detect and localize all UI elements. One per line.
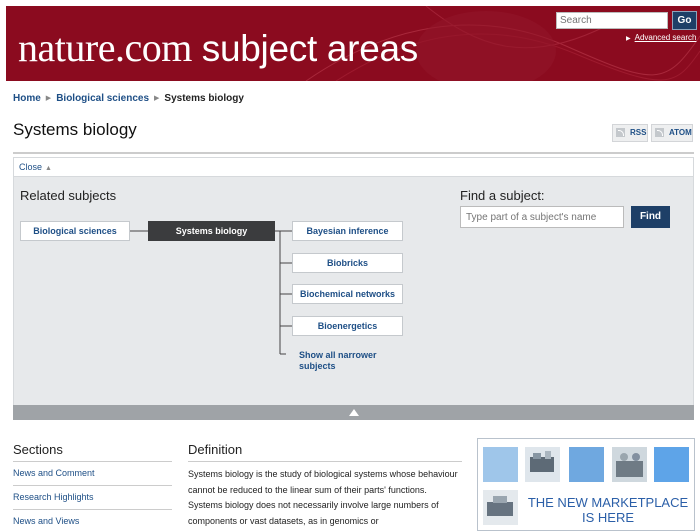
- marketplace-ad[interactable]: THE NEW MARKETPLACE IS HERE: [477, 438, 695, 531]
- show-all-narrower-link[interactable]: Show all narrower subjects: [299, 350, 389, 372]
- breadcrumb-biological-sciences[interactable]: Biological sciences: [56, 93, 149, 104]
- chevron-right-icon: ▶: [154, 95, 160, 102]
- atom-feed-button[interactable]: ATOM: [651, 124, 693, 142]
- related-current-systems-biology: Systems biology: [148, 221, 275, 241]
- section-news-and-comment[interactable]: News and Comment: [13, 461, 172, 485]
- page-title: Systems biology: [13, 120, 137, 139]
- advanced-search-link[interactable]: ▶ Advanced search: [626, 33, 696, 42]
- definition-text: Systems biology is the study of biologic…: [188, 469, 458, 526]
- logo-main: nature.com: [18, 25, 192, 70]
- rss-label: RSS: [630, 128, 647, 137]
- rss-icon: [655, 128, 664, 138]
- sections-heading: Sections: [13, 442, 63, 457]
- divider: [188, 461, 462, 462]
- breadcrumb-current: Systems biology: [164, 93, 244, 104]
- logo-sub: subject areas: [201, 28, 418, 69]
- definition-heading: Definition: [188, 442, 243, 457]
- site-logo[interactable]: nature.com subject areas: [18, 28, 418, 69]
- chevron-right-icon: ▶: [45, 95, 52, 102]
- related-parent-biological-sciences[interactable]: Biological sciences: [20, 221, 130, 241]
- related-child-biochemical-networks[interactable]: Biochemical networks: [292, 284, 403, 304]
- ad-image-tile: [654, 447, 689, 482]
- ad-image-tile: [569, 447, 604, 482]
- lab-photo-image: [612, 447, 647, 482]
- find-button[interactable]: Find: [631, 206, 670, 228]
- ad-image-tile: [483, 447, 518, 482]
- sections-list: News and Comment Research Highlights New…: [13, 461, 172, 531]
- section-news-and-views[interactable]: News and Views: [13, 509, 172, 531]
- divider: [13, 152, 694, 154]
- triangle-right-icon: ▶: [626, 36, 631, 42]
- instrument-image: [483, 490, 518, 525]
- rss-icon: [616, 128, 625, 138]
- find-subject-heading: Find a subject:: [460, 188, 545, 203]
- go-button[interactable]: Go: [672, 11, 697, 30]
- related-child-biobricks[interactable]: Biobricks: [292, 253, 403, 273]
- related-child-bioenergetics[interactable]: Bioenergetics: [292, 316, 403, 336]
- section-research-highlights[interactable]: Research Highlights: [13, 485, 172, 509]
- collapse-panel-bar[interactable]: [13, 405, 694, 420]
- ad-headline: THE NEW MARKETPLACE IS HERE: [527, 495, 689, 525]
- advanced-search-label: Advanced search: [634, 33, 697, 42]
- related-child-bayesian-inference[interactable]: Bayesian inference: [292, 221, 403, 241]
- rss-feed-button[interactable]: RSS: [612, 124, 648, 142]
- find-subject-input[interactable]: [460, 206, 624, 228]
- search-input[interactable]: [556, 12, 668, 29]
- atom-label: ATOM: [669, 128, 692, 137]
- triangle-up-icon: [349, 409, 359, 416]
- related-subjects-panel: Close ▲ Related subjects Biological scien…: [13, 157, 694, 419]
- breadcrumb-home[interactable]: Home: [13, 93, 41, 104]
- breadcrumb: Home ▶ Biological sciences ▶ Systems biology: [13, 93, 244, 104]
- page: nature.com subject areas Go ▶Advanced se…: [0, 0, 700, 531]
- lab-equipment-image: [525, 447, 560, 482]
- site-header: nature.com subject areas Go ▶Advanced se…: [6, 6, 700, 81]
